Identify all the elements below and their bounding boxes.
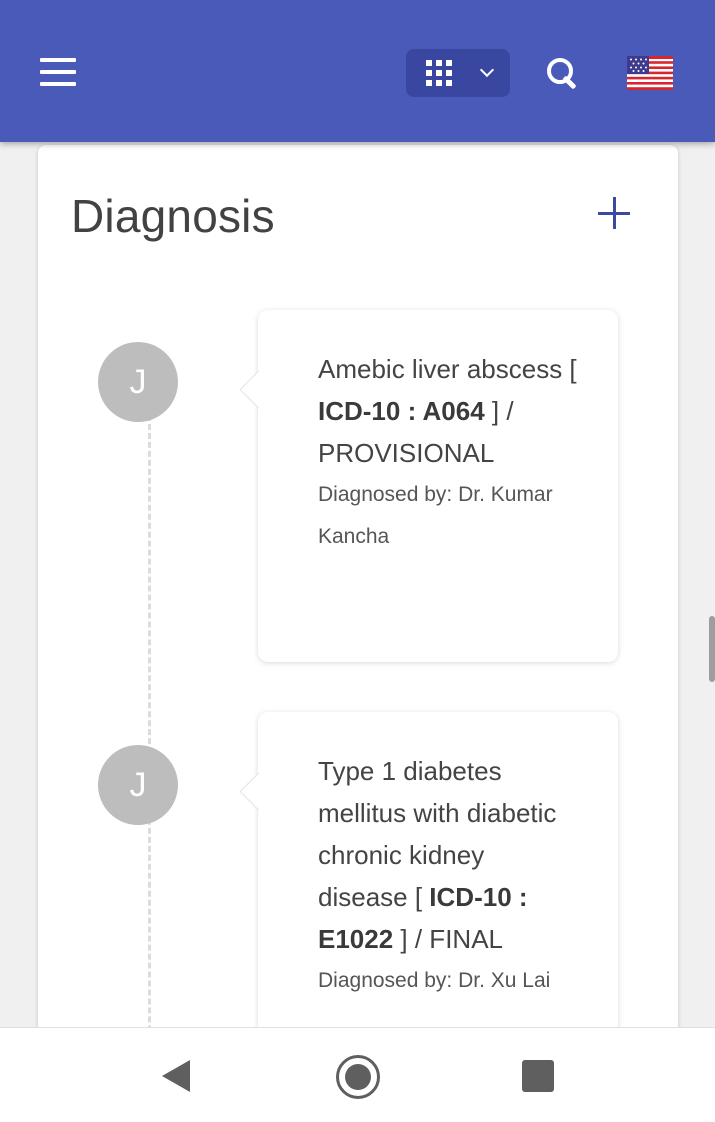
- search-icon[interactable]: [540, 52, 584, 96]
- diagnosed-by: Diagnosed by: Dr. Kumar Kancha: [318, 483, 553, 548]
- diagnosis-card: Diagnosis J Amebic liver abscess [ ICD-1…: [38, 145, 678, 1122]
- card-title: Diagnosis: [71, 190, 275, 242]
- chevron-down-icon: [479, 62, 495, 78]
- back-triangle-icon[interactable]: [162, 1060, 190, 1092]
- apps-switcher-button[interactable]: [406, 49, 510, 97]
- icd-code: ICD-10 : A064: [318, 396, 485, 426]
- avatar: J: [98, 342, 178, 422]
- scrollbar-thumb[interactable]: [709, 616, 715, 682]
- apps-grid-icon: [426, 60, 452, 86]
- us-flag-icon[interactable]: [627, 56, 673, 90]
- system-nav-bar: [0, 1027, 715, 1122]
- app-screen: Diagnosis J Amebic liver abscess [ ICD-1…: [0, 0, 715, 1122]
- diagnosis-text: Amebic liver abscess [ ICD-10 : A064 ] /…: [318, 354, 577, 468]
- home-circle-icon[interactable]: [336, 1055, 380, 1099]
- add-diagnosis-plus-icon[interactable]: [594, 193, 634, 233]
- diagnosis-text: Type 1 diabetes mellitus with diabetic c…: [318, 756, 557, 954]
- top-app-bar: [0, 0, 715, 142]
- recents-square-icon[interactable]: [522, 1060, 554, 1092]
- diagnosis-entry[interactable]: Amebic liver abscess [ ICD-10 : A064 ] /…: [258, 310, 618, 662]
- hamburger-menu-icon[interactable]: [30, 48, 86, 96]
- avatar: J: [98, 745, 178, 825]
- diagnosed-by: Diagnosed by: Dr. Xu Lai: [318, 969, 551, 992]
